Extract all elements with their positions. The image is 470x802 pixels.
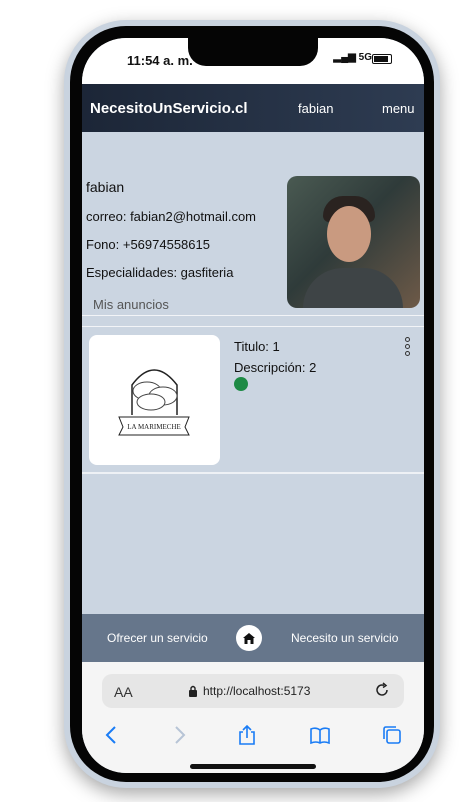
kebab-menu-icon[interactable] (404, 337, 410, 356)
lock-icon (189, 685, 197, 697)
ad-description: Descripción: 2 (234, 360, 317, 375)
brand-logo[interactable]: NecesitoUnServicio.cl (90, 100, 248, 117)
nav-user-link[interactable]: fabian (298, 101, 333, 116)
home-button[interactable] (236, 625, 262, 651)
divider (82, 326, 424, 327)
divider (82, 472, 424, 474)
aa-label: AA (114, 684, 133, 700)
profile-specialties: Especialidades: gasfiteria (86, 265, 234, 280)
back-icon[interactable] (101, 724, 123, 746)
ad-status-dot (234, 377, 248, 391)
bottom-nav: Ofrecer un servicio Necesito un servicio (82, 614, 424, 662)
profile-email: correo: fabian2@hotmail.com (86, 209, 256, 224)
tabs-icon[interactable] (381, 724, 403, 746)
phone-screen: 11:54 a. m. ▂▄▆ 5G NecesitoUnServicio.cl… (82, 38, 424, 773)
home-indicator (190, 764, 316, 769)
home-icon (243, 632, 255, 644)
battery-icon (372, 54, 392, 64)
my-ads-label: Mis anuncios (93, 297, 169, 312)
signal-indicator: ▂▄▆ 5G (333, 52, 372, 63)
network-type: 5G (358, 52, 372, 63)
profile-photo (287, 176, 420, 308)
bookmarks-icon[interactable] (309, 724, 331, 746)
url-text[interactable]: http://localhost:5173 (203, 684, 310, 698)
ad-title: Titulo: 1 (234, 339, 280, 354)
photo-suit (303, 268, 403, 308)
top-navbar: NecesitoUnServicio.cl fabian menu (82, 84, 424, 132)
notch (188, 38, 318, 66)
reload-icon[interactable] (374, 682, 390, 698)
offer-service-link[interactable]: Ofrecer un servicio (107, 631, 208, 645)
nav-menu-button[interactable]: menu (382, 101, 415, 116)
need-service-link[interactable]: Necesito un servicio (291, 631, 398, 645)
forward-icon[interactable] (168, 724, 190, 746)
status-time: 11:54 a. m. (127, 53, 193, 68)
browser-toolbar: AA http://localhost:5173 (82, 662, 424, 773)
text-size-button[interactable]: AA (114, 684, 133, 700)
address-bar[interactable]: AA http://localhost:5173 (102, 674, 404, 708)
signal-bars-icon: ▂▄▆ (333, 52, 359, 63)
ad-logo: LA MARIMECHE (118, 369, 190, 436)
status-bar: 11:54 a. m. ▂▄▆ 5G (82, 38, 424, 84)
divider (82, 315, 424, 316)
photo-face (327, 206, 371, 262)
share-icon[interactable] (236, 724, 258, 746)
ad-image[interactable]: LA MARIMECHE (89, 335, 220, 465)
profile-phone: Fono: +56974558615 (86, 237, 210, 252)
profile-name: fabian (86, 179, 125, 195)
ad-logo-text: LA MARIMECHE (127, 423, 180, 431)
